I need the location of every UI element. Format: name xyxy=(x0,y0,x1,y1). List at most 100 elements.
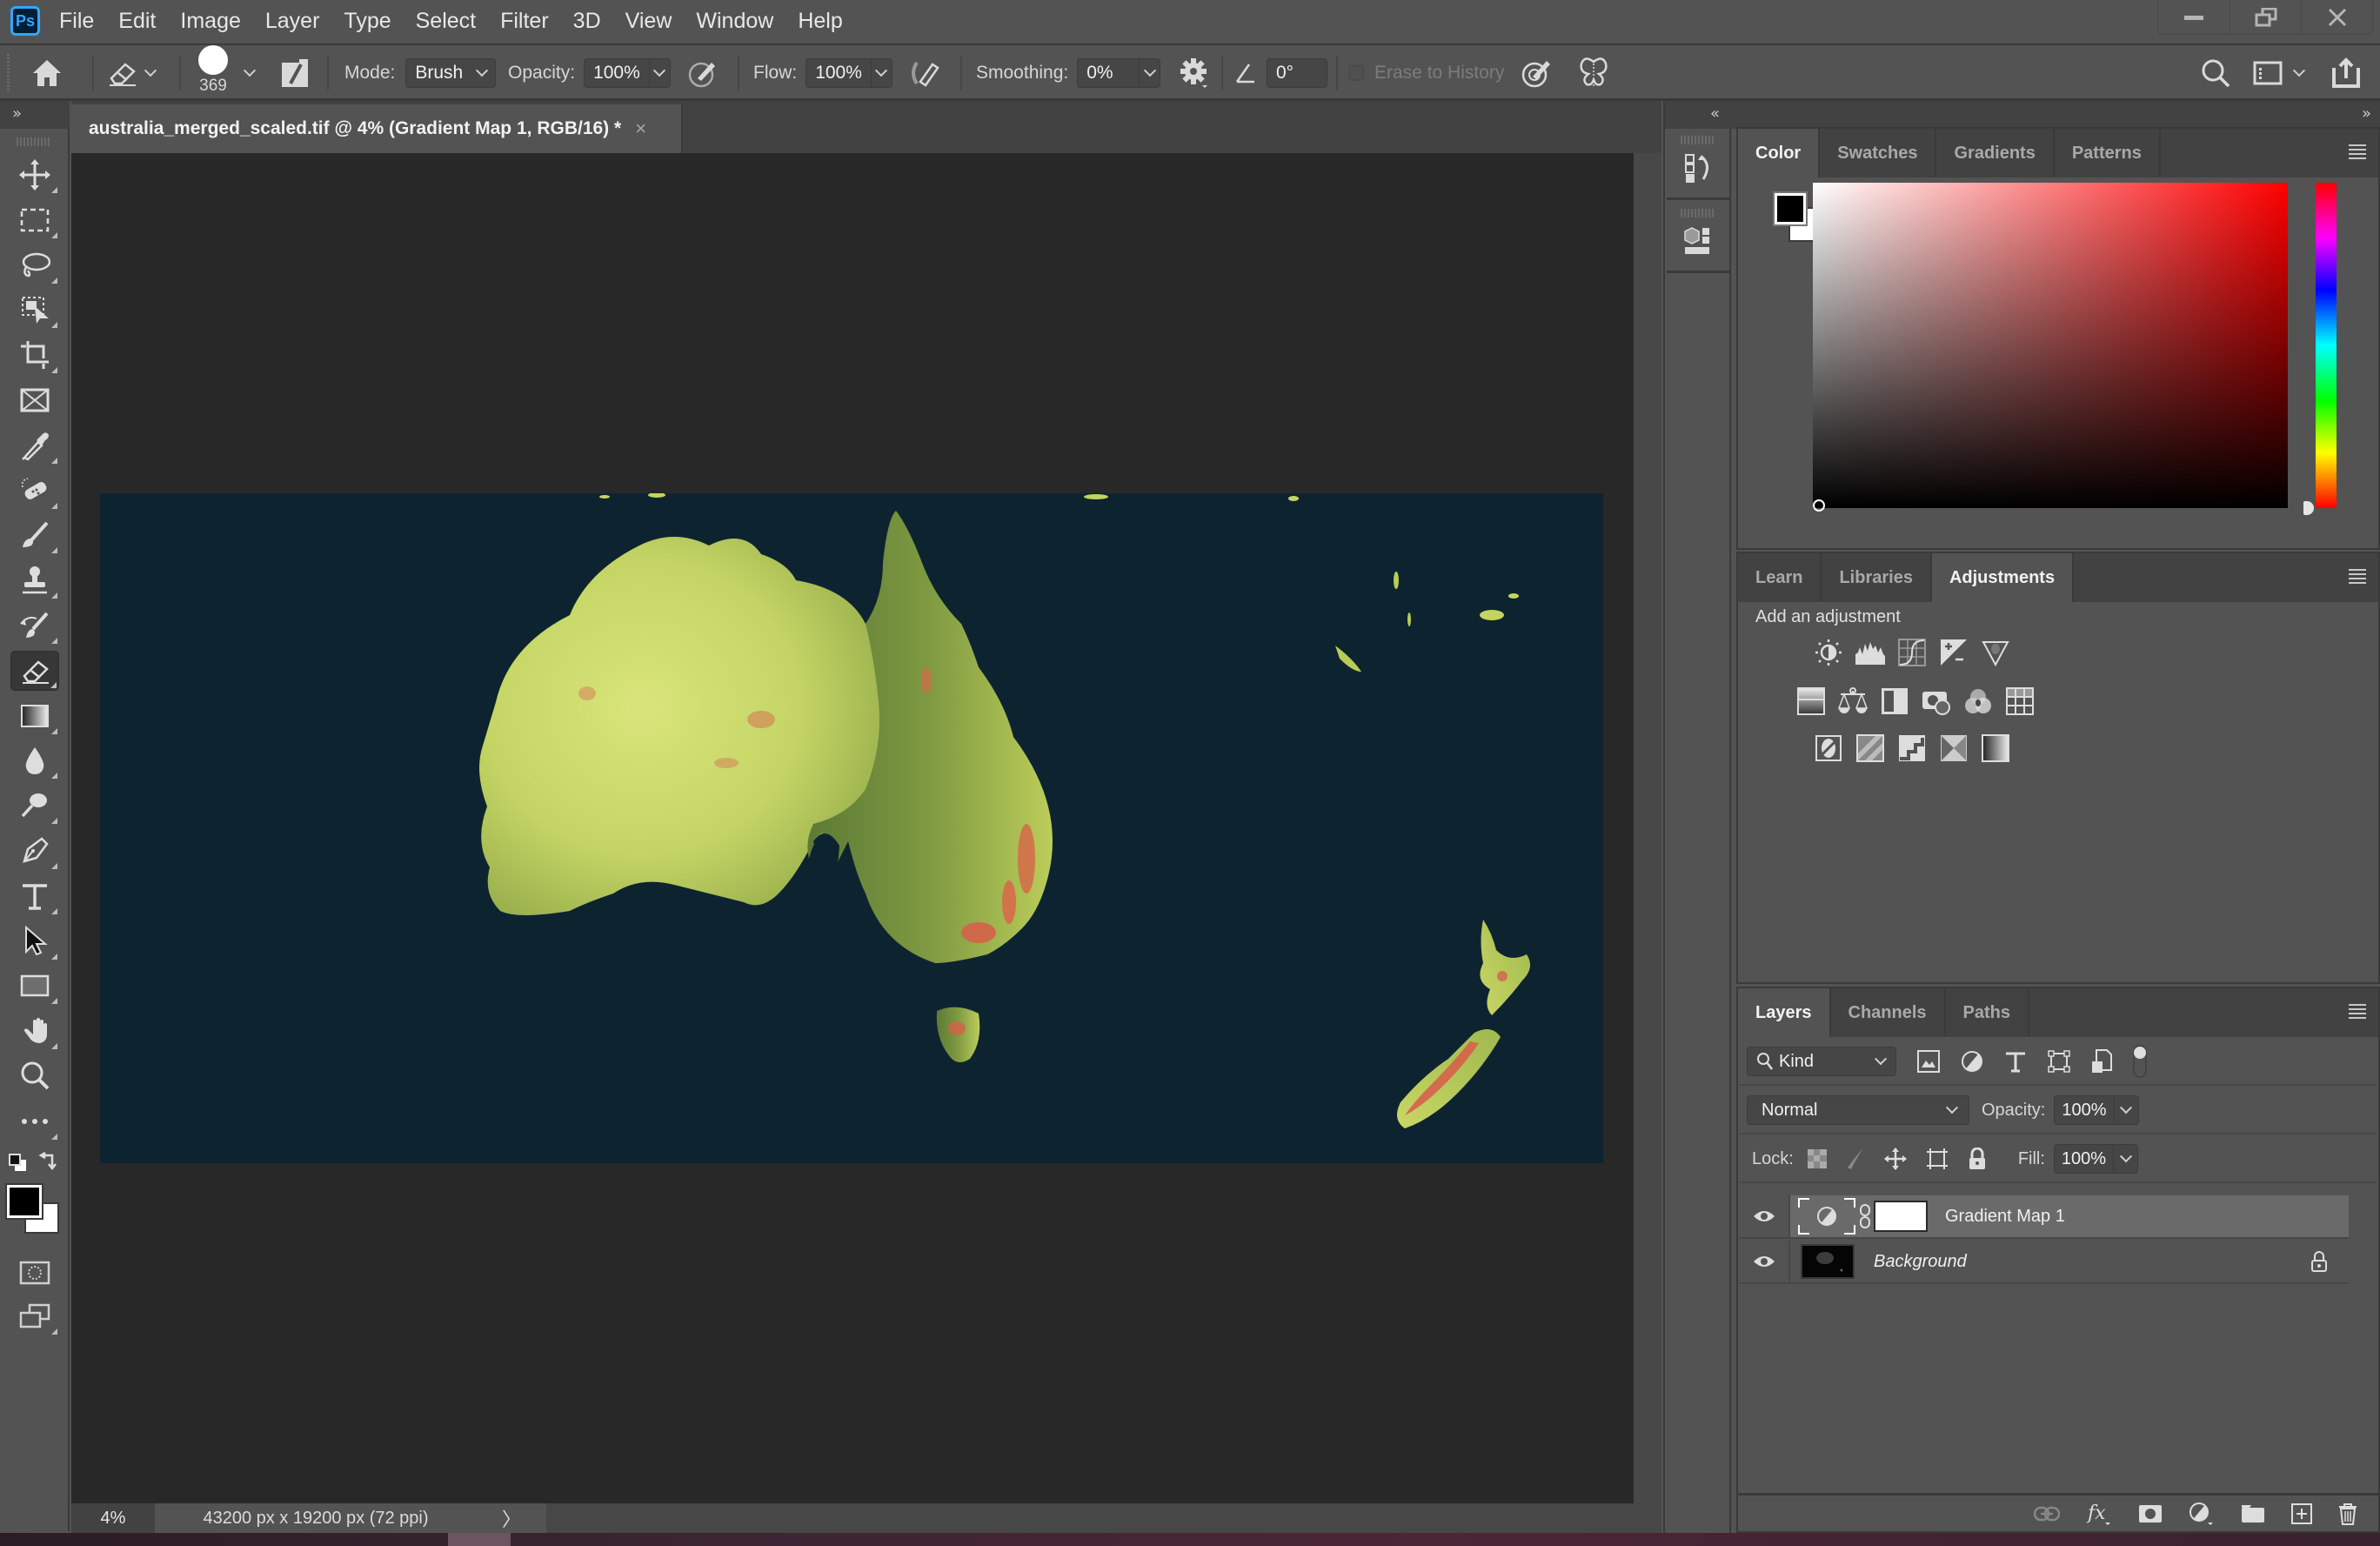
filter-adjustment-icon[interactable] xyxy=(1961,1050,1983,1073)
tab-libraries[interactable]: Libraries xyxy=(1822,553,1932,602)
search-button[interactable] xyxy=(2201,45,2230,100)
tab-channels[interactable]: Channels xyxy=(1831,988,1946,1037)
filter-smart-object-icon[interactable] xyxy=(2091,1049,2112,1074)
layer-opacity-input[interactable]: 100% xyxy=(2054,1095,2139,1125)
delete-layer-button[interactable] xyxy=(2338,1502,2357,1525)
layer-visibility-toggle[interactable] xyxy=(1740,1241,1790,1282)
hue-slider-handle[interactable] xyxy=(2303,501,2314,515)
tool-preset-picker[interactable] xyxy=(106,45,157,100)
menu-type[interactable]: Type xyxy=(331,9,403,34)
object-selection-tool[interactable] xyxy=(10,290,59,330)
blur-tool[interactable] xyxy=(10,740,59,780)
lock-position-icon[interactable] xyxy=(1883,1148,1907,1170)
layer-mask-thumbnail[interactable] xyxy=(1874,1201,1928,1232)
layer-row-gradient-map[interactable]: Gradient Map 1 xyxy=(1740,1195,2349,1239)
collapse-panels-button[interactable]: » xyxy=(2362,104,2371,123)
pressure-size-toggle[interactable] xyxy=(1521,45,1552,100)
type-tool[interactable] xyxy=(10,876,59,916)
filter-pixel-icon[interactable] xyxy=(1917,1050,1940,1073)
restore-button[interactable] xyxy=(2230,0,2301,35)
lock-transparent-icon[interactable] xyxy=(1807,1149,1827,1168)
filter-toggle-icon[interactable] xyxy=(2133,1045,2147,1078)
menu-3d[interactable]: 3D xyxy=(561,9,613,34)
curves-button[interactable] xyxy=(1898,639,1926,666)
lock-icon[interactable] xyxy=(2310,1251,2328,1272)
mode-select[interactable]: Brush xyxy=(405,57,497,88)
panel-menu-icon[interactable] xyxy=(2349,144,2366,160)
healing-brush-tool[interactable] xyxy=(10,471,59,511)
color-lookup-button[interactable] xyxy=(2006,687,2034,715)
menu-window[interactable]: Window xyxy=(684,9,786,34)
new-group-button[interactable] xyxy=(2241,1504,2265,1523)
layer-name[interactable]: Gradient Map 1 xyxy=(1945,1207,2065,1227)
filter-shape-icon[interactable] xyxy=(2048,1050,2070,1073)
layer-visibility-toggle[interactable] xyxy=(1740,1195,1790,1237)
frame-tool[interactable] xyxy=(10,380,59,420)
history-brush-tool[interactable] xyxy=(10,606,59,646)
vertical-scrollbar[interactable] xyxy=(1634,153,1661,1503)
zoom-tool[interactable] xyxy=(10,1056,59,1096)
opacity-dropdown[interactable] xyxy=(648,58,670,87)
blend-mode-select[interactable]: Normal xyxy=(1747,1095,1969,1125)
layer-filter-select[interactable]: Kind xyxy=(1747,1047,1896,1076)
minimize-button[interactable] xyxy=(2158,0,2230,35)
dock-grip[interactable] xyxy=(1681,209,1715,218)
panel-menu-icon[interactable] xyxy=(2349,1004,2366,1020)
collapse-icons-button[interactable]: « xyxy=(1710,104,1720,123)
smoothing-options-button[interactable] xyxy=(1180,45,1209,100)
tab-learn[interactable]: Learn xyxy=(1738,553,1822,602)
hue-slider[interactable] xyxy=(2316,183,2337,508)
layer-thumbnail[interactable] xyxy=(1801,1244,1855,1279)
gradient-tool[interactable] xyxy=(10,696,59,736)
add-mask-button[interactable] xyxy=(2138,1504,2163,1523)
threshold-button[interactable] xyxy=(1898,734,1926,762)
close-document-button[interactable]: × xyxy=(635,117,646,140)
history-panel-button[interactable] xyxy=(1667,153,1729,183)
menu-image[interactable]: Image xyxy=(168,9,252,34)
color-foreground-swatch[interactable] xyxy=(1773,191,1808,226)
brightness-contrast-button[interactable] xyxy=(1815,639,1842,666)
zoom-level[interactable]: 4% xyxy=(71,1503,155,1533)
tab-layers[interactable]: Layers xyxy=(1738,988,1831,1037)
invert-button[interactable] xyxy=(1815,734,1842,762)
color-balance-button[interactable] xyxy=(1838,687,1868,715)
menu-edit[interactable]: Edit xyxy=(106,9,168,34)
layer-fill-input[interactable]: 100% xyxy=(2053,1144,2139,1174)
edit-toolbar[interactable] xyxy=(10,1101,59,1141)
flow-input[interactable]: 100% xyxy=(806,57,892,88)
brush-preset-dropdown[interactable] xyxy=(243,45,257,100)
lock-all-icon[interactable] xyxy=(1968,1148,1987,1170)
dock-grip[interactable] xyxy=(1681,136,1715,144)
color-picker-handle[interactable] xyxy=(1813,499,1825,512)
share-button[interactable] xyxy=(2331,45,2361,100)
pressure-opacity-toggle[interactable] xyxy=(687,45,719,100)
eraser-tool[interactable] xyxy=(10,650,59,691)
fx-button[interactable]: fx xyxy=(2086,1502,2112,1526)
posterize-button[interactable] xyxy=(1856,734,1884,762)
document-tab[interactable]: australia_merged_scaled.tif @ 4% (Gradie… xyxy=(71,104,683,153)
brush-preset-picker[interactable]: 369 xyxy=(198,44,228,100)
rectangle-tool[interactable] xyxy=(10,966,59,1006)
swap-colors-button[interactable] xyxy=(38,1152,57,1171)
smoothing-dropdown[interactable] xyxy=(1139,58,1160,87)
exposure-button[interactable] xyxy=(1940,639,1968,666)
tab-adjustments[interactable]: Adjustments xyxy=(1931,553,2075,602)
menu-filter[interactable]: Filter xyxy=(488,9,561,34)
pen-tool[interactable] xyxy=(10,831,59,871)
lasso-tool[interactable] xyxy=(10,245,59,285)
marquee-tool[interactable] xyxy=(10,200,59,240)
black-white-button[interactable] xyxy=(1881,687,1909,715)
flow-dropdown[interactable] xyxy=(870,58,892,87)
toolbar-grip[interactable] xyxy=(17,137,51,146)
home-button[interactable] xyxy=(31,45,63,100)
toolbar-collapse[interactable]: » xyxy=(0,101,70,129)
screen-mode-button[interactable] xyxy=(10,1296,59,1336)
clone-stamp-tool[interactable] xyxy=(10,560,59,600)
layer-row-background[interactable]: Background xyxy=(1740,1241,2349,1284)
gradient-map-button[interactable] xyxy=(1982,734,2009,762)
eyedropper-tool[interactable] xyxy=(10,425,59,465)
canvas-image[interactable] xyxy=(100,493,1603,1163)
panel-menu-icon[interactable] xyxy=(2349,569,2366,585)
close-window-button[interactable] xyxy=(2301,0,2372,35)
lock-artboard-icon[interactable] xyxy=(1926,1148,1949,1170)
